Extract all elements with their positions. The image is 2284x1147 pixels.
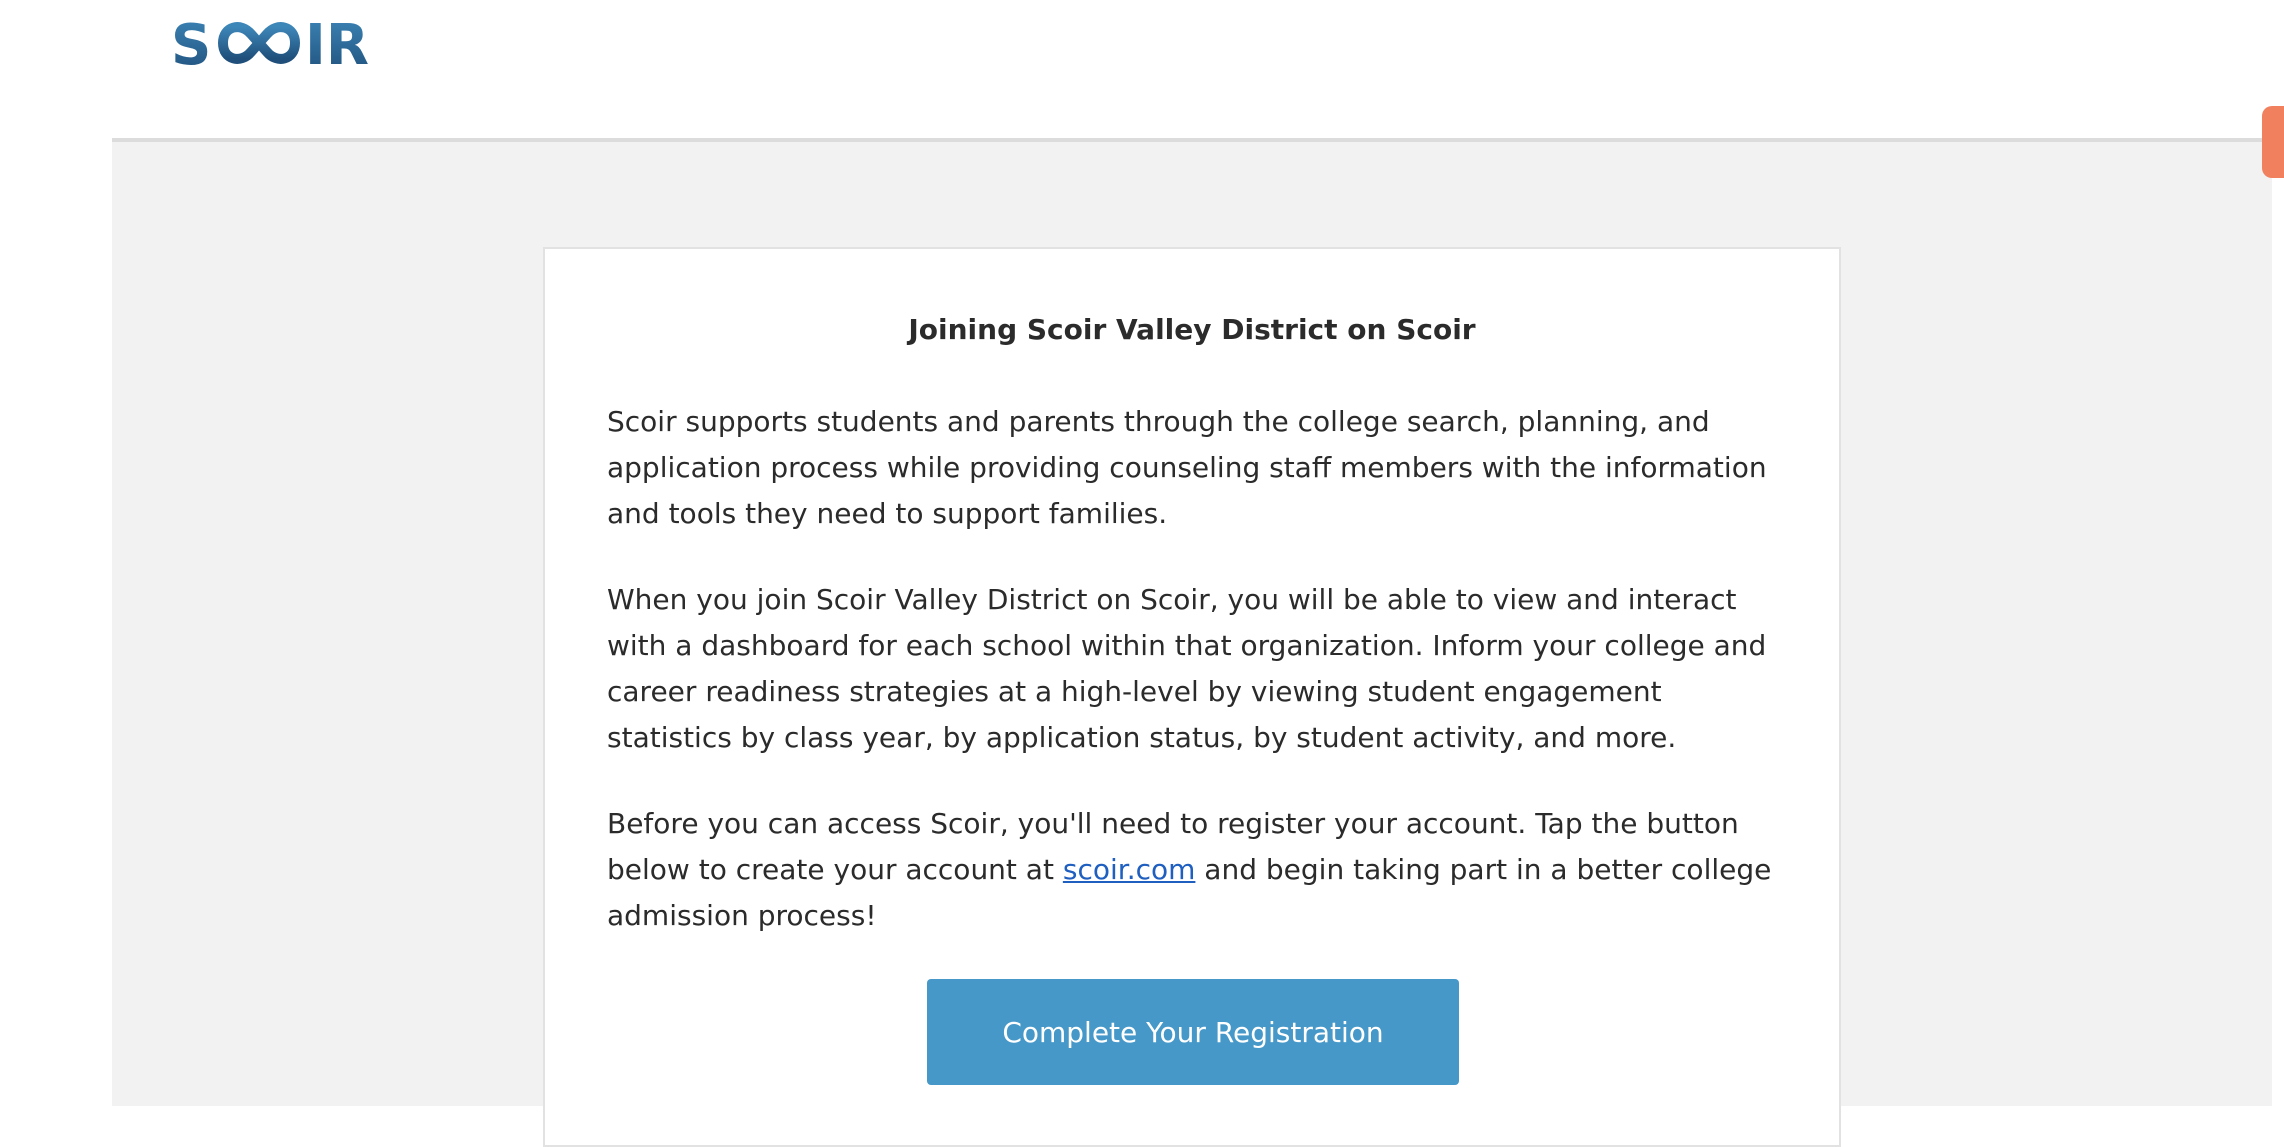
- feedback-tab[interactable]: [2262, 106, 2284, 178]
- svg-text:S: S: [171, 14, 212, 72]
- register-paragraph: Before you can access Scoir, you'll need…: [607, 801, 1787, 939]
- intro-paragraph: Scoir supports students and parents thro…: [607, 405, 1767, 530]
- registration-card: Joining Scoir Valley District on Scoir S…: [543, 247, 1841, 1147]
- card-title: Joining Scoir Valley District on Scoir: [908, 313, 1476, 346]
- page-header: S IR: [0, 0, 2284, 140]
- dashboard-paragraph: When you join Scoir Valley District on S…: [607, 583, 1767, 754]
- svg-text:IR: IR: [305, 14, 369, 72]
- complete-registration-button[interactable]: Complete Your Registration: [927, 979, 1459, 1085]
- scoir-logo[interactable]: S IR: [171, 14, 391, 72]
- scoir-link[interactable]: scoir.com: [1063, 853, 1196, 886]
